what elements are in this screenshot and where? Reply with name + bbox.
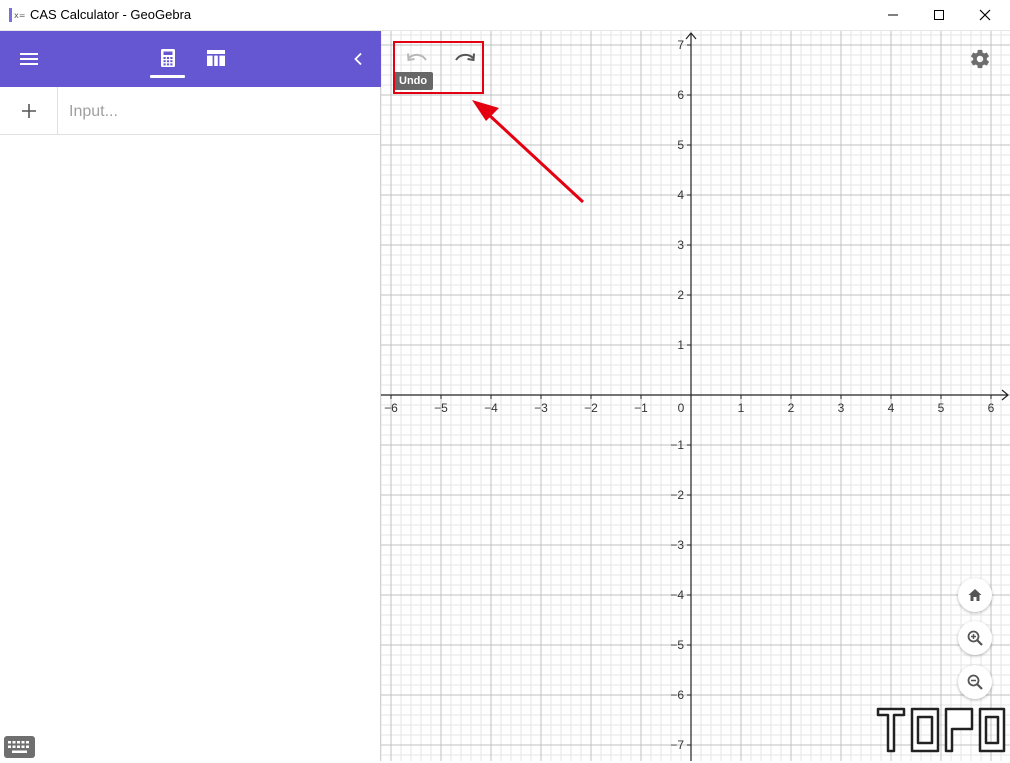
y-tick-label: −2 — [670, 488, 684, 502]
geogebra-cas-app-icon: x= — [9, 8, 25, 22]
plus-icon — [21, 103, 36, 118]
y-tick-label: 5 — [677, 138, 684, 152]
chevron-left-icon — [354, 52, 362, 66]
close-icon — [979, 9, 991, 21]
home-icon — [968, 589, 982, 601]
tab-table[interactable] — [198, 43, 233, 73]
settings-button[interactable] — [966, 45, 994, 73]
collapse-panel-button[interactable] — [344, 45, 372, 73]
menu-button[interactable] — [12, 45, 46, 73]
x-tick-label: 3 — [838, 401, 845, 415]
zoom-in-button[interactable] — [958, 621, 992, 655]
standard-view-button[interactable] — [958, 578, 992, 612]
x-tick-label: 2 — [788, 401, 795, 415]
x-tick-label: −2 — [584, 401, 598, 415]
y-tick-label: 1 — [677, 338, 684, 352]
active-tab-indicator — [150, 75, 185, 78]
table-icon — [206, 50, 225, 66]
input-row — [0, 87, 380, 136]
x-tick-label: −5 — [434, 401, 448, 415]
y-tick-label: −5 — [670, 638, 684, 652]
x-tick-label: −3 — [534, 401, 548, 415]
input-bar[interactable] — [58, 87, 371, 136]
maximize-icon — [934, 10, 944, 20]
minimize-button[interactable] — [870, 0, 916, 30]
y-tick-label: 6 — [677, 88, 684, 102]
x-tick-label: 4 — [888, 401, 895, 415]
algebra-panel — [0, 31, 381, 761]
keyboard-icon — [8, 741, 29, 753]
zoom-out-icon — [967, 674, 983, 690]
major-grid — [381, 31, 1010, 761]
tab-algebra[interactable] — [150, 43, 185, 73]
x-tick-label: 0 — [678, 401, 685, 415]
x-tick-label: −6 — [384, 401, 398, 415]
gear-icon — [971, 49, 989, 69]
window-title: CAS Calculator - GeoGebra — [30, 7, 192, 22]
y-tick-label: −4 — [670, 588, 684, 602]
x-tick-label: −1 — [634, 401, 648, 415]
graphics-view[interactable]: −6 −5 −4 −3 −2 −1 0 1 2 3 4 5 6 7654321−1−2−3−4−5−6−… — [381, 31, 1010, 761]
svg-text:x=: x= — [14, 11, 25, 20]
menu-icon — [20, 53, 38, 65]
y-tick-label: −3 — [670, 538, 684, 552]
maximize-button[interactable] — [916, 0, 962, 30]
panel-toolbar — [0, 31, 381, 87]
y-tick-label: 3 — [677, 238, 684, 252]
y-tick-label: 4 — [677, 188, 684, 202]
x-tick-label: 1 — [738, 401, 745, 415]
y-tick-label: −7 — [670, 738, 684, 752]
zoom-out-button[interactable] — [958, 665, 992, 699]
minor-grid — [381, 31, 1010, 761]
y-tick-label: −6 — [670, 688, 684, 702]
y-tick-label: −1 — [670, 438, 684, 452]
x-axis-tick-labels: −6 −5 −4 −3 −2 −1 0 1 2 3 4 5 6 — [384, 401, 995, 415]
y-tick-label: 2 — [677, 288, 684, 302]
calculator-icon — [160, 49, 175, 67]
y-tick-label: 7 — [677, 38, 684, 52]
zoom-in-icon — [967, 630, 983, 646]
annotation-highlight-box — [393, 41, 484, 94]
watermark-logo — [876, 707, 1006, 753]
close-button[interactable] — [962, 0, 1008, 30]
x-tick-label: 6 — [988, 401, 995, 415]
add-item-button[interactable] — [0, 87, 58, 134]
axes — [381, 32, 1009, 761]
minimize-icon — [888, 14, 898, 16]
x-tick-label: 5 — [938, 401, 945, 415]
x-tick-label: −4 — [484, 401, 498, 415]
virtual-keyboard-button[interactable] — [4, 736, 35, 758]
title-bar: x= CAS Calculator - GeoGebra — [0, 0, 1010, 31]
